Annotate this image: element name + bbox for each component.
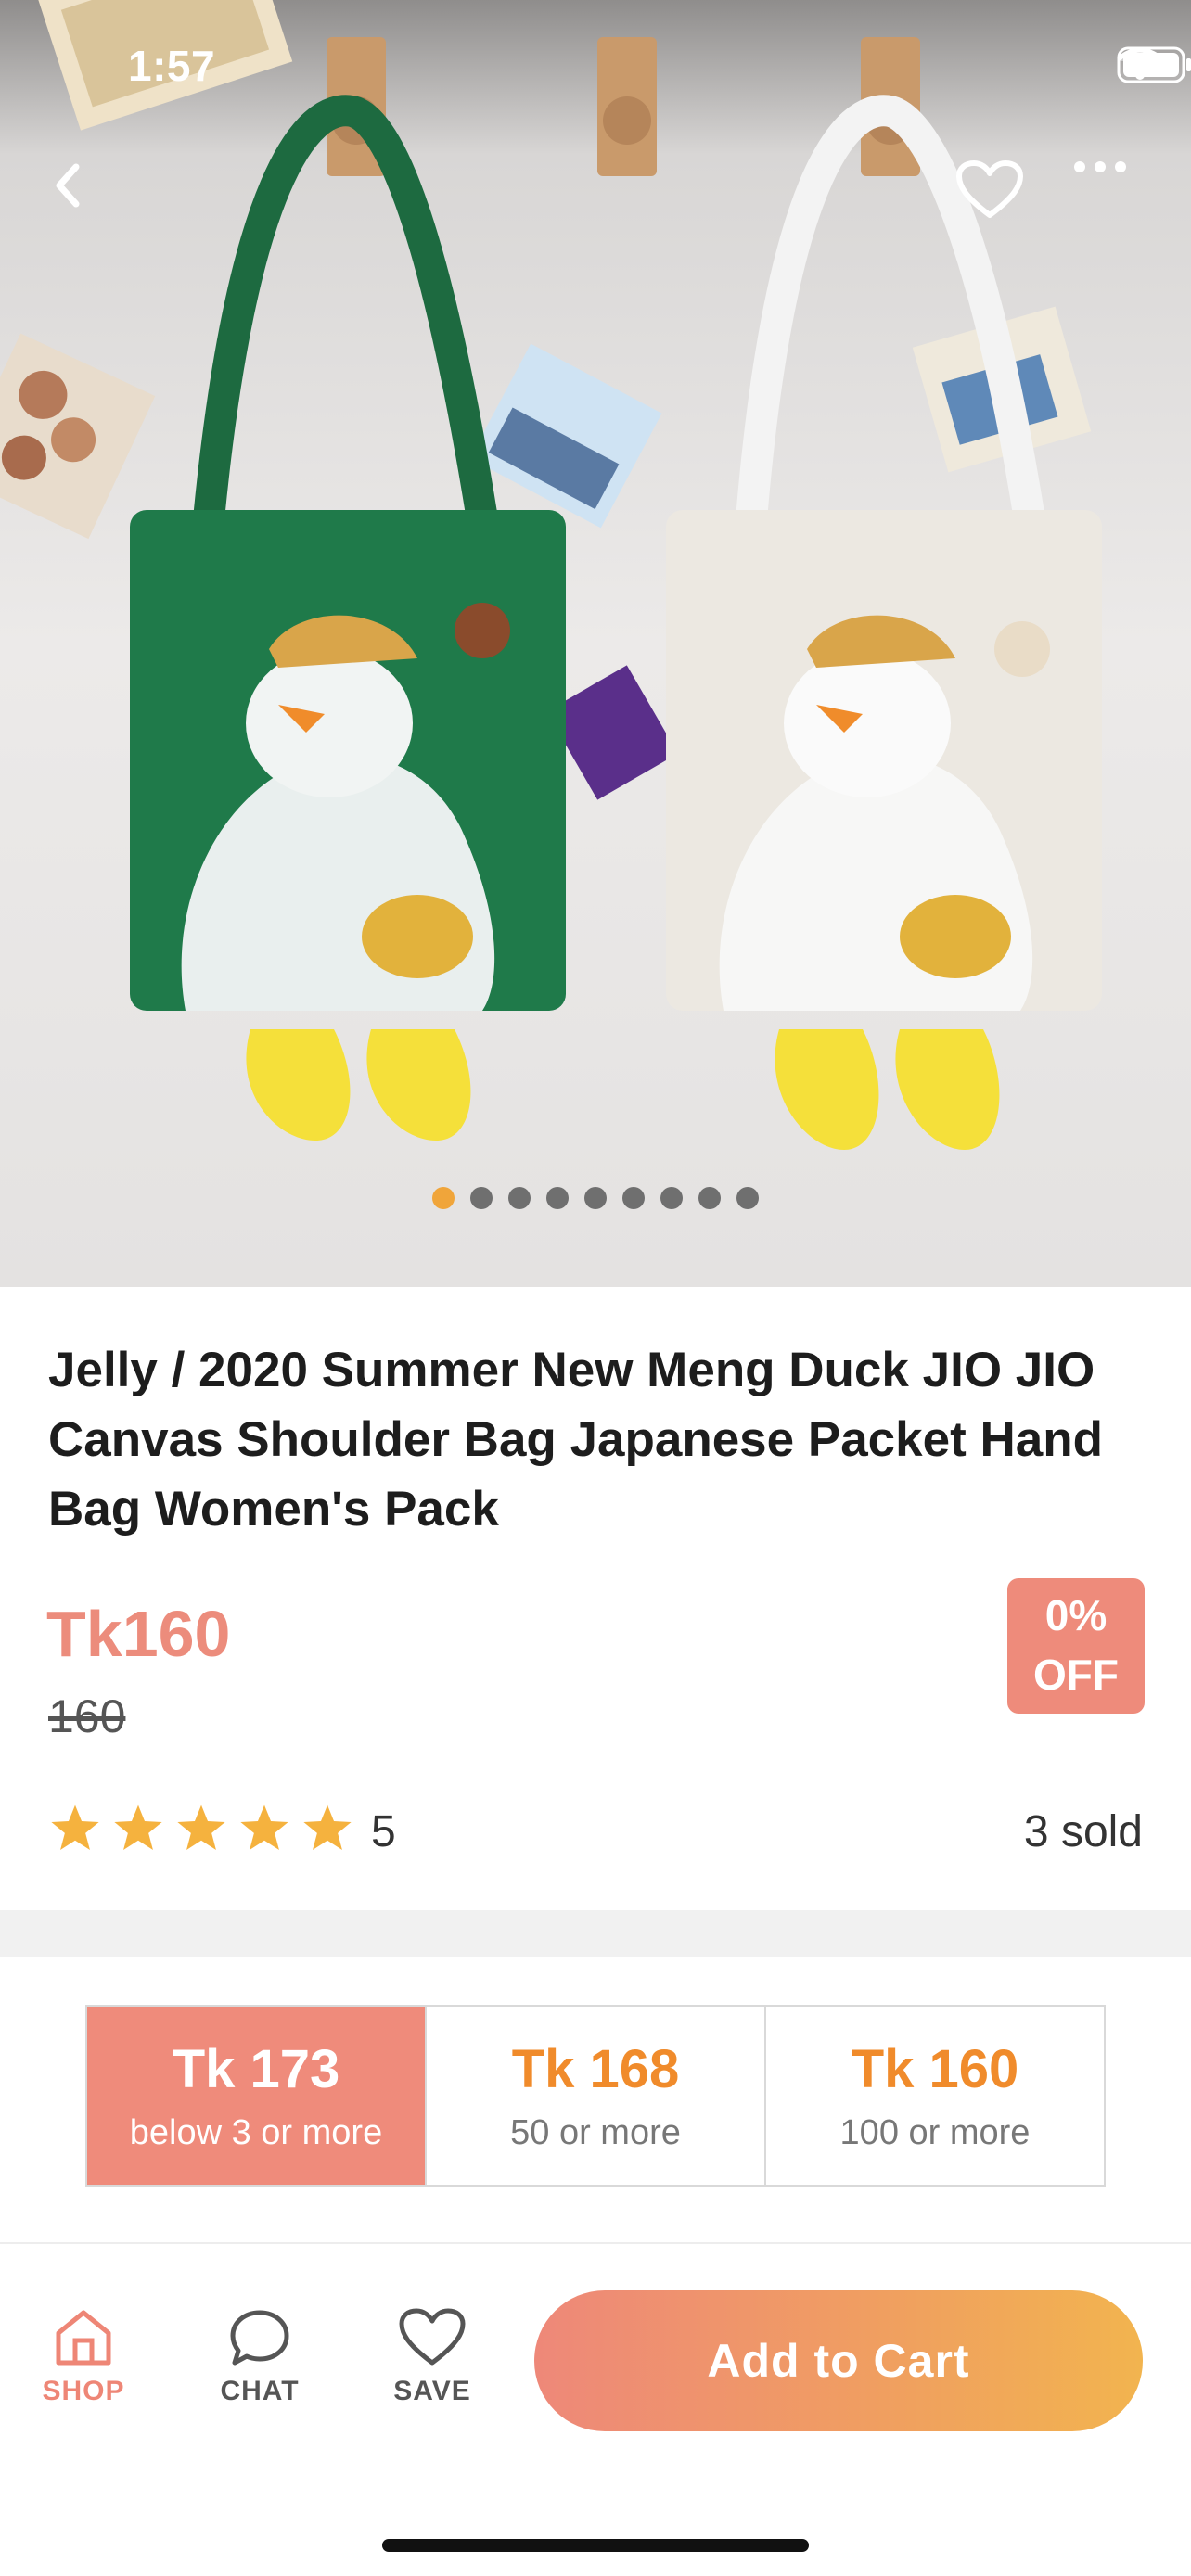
- pagination-dot-active[interactable]: [432, 1187, 455, 1209]
- product-title: Jelly / 2020 Summer New Meng Duck JIO JI…: [48, 1343, 1103, 1537]
- chat-bubble-icon: [230, 2310, 289, 2366]
- rating-stars: [48, 1803, 354, 1855]
- pagination-dot[interactable]: [508, 1187, 531, 1209]
- star-icon: [51, 1804, 99, 1850]
- tier-option-1[interactable]: Tk 173 below 3 or more: [87, 2007, 427, 2185]
- home-indicator[interactable]: [382, 2539, 809, 2552]
- original-price: 160: [48, 1690, 126, 1742]
- tier-option-2[interactable]: Tk 168 50 or more: [427, 2007, 766, 2185]
- bottom-bar-divider: [0, 2242, 1191, 2244]
- tab-shop-label: SHOP: [42, 2376, 125, 2406]
- more-options-button[interactable]: [1072, 159, 1146, 234]
- pagination-dot[interactable]: [622, 1187, 645, 1209]
- add-to-cart-button[interactable]: Add to Cart: [534, 2290, 1143, 2431]
- pagination-dot[interactable]: [698, 1187, 721, 1209]
- tier-pricing: Tk 173 below 3 or more Tk 168 50 or more…: [85, 2005, 1106, 2187]
- product-image-gallery[interactable]: 1:57: [0, 0, 1191, 1287]
- current-price: Tk160: [46, 1598, 231, 1670]
- section-divider: [0, 1910, 1191, 1957]
- star-icon: [240, 1804, 288, 1850]
- gallery-pagination: [0, 1187, 1191, 1209]
- favorite-button[interactable]: [955, 159, 1030, 234]
- tier-price: Tk 168: [511, 2039, 680, 2099]
- chevron-left-icon: [56, 163, 80, 208]
- shop-home-icon: [56, 2310, 111, 2366]
- star-icon: [177, 1804, 225, 1850]
- tier-price: Tk 160: [851, 2039, 1019, 2099]
- rating-value: 5: [371, 1807, 396, 1856]
- tier-price: Tk 173: [172, 2039, 340, 2099]
- tier-quantity: below 3 or more: [129, 2113, 383, 2152]
- heart-icon: [956, 160, 1023, 218]
- more-horizontal-icon: [1074, 161, 1126, 172]
- tab-chat-label: CHAT: [220, 2376, 300, 2406]
- tier-quantity: 50 or more: [510, 2113, 681, 2152]
- discount-badge: 0% OFF: [1007, 1578, 1145, 1714]
- tab-save[interactable]: SAVE: [367, 2305, 497, 2407]
- pagination-dot[interactable]: [546, 1187, 569, 1209]
- tab-chat[interactable]: CHAT: [195, 2305, 325, 2407]
- heart-outline-icon: [399, 2308, 466, 2366]
- status-bar: 1:57: [0, 0, 1191, 130]
- pagination-dot[interactable]: [660, 1187, 683, 1209]
- star-icon: [114, 1804, 162, 1850]
- pagination-dot[interactable]: [470, 1187, 493, 1209]
- back-button[interactable]: [48, 159, 122, 234]
- discount-percent: 0%: [1044, 1591, 1108, 1639]
- tier-option-3[interactable]: Tk 160 100 or more: [766, 2007, 1104, 2185]
- pagination-dot[interactable]: [736, 1187, 759, 1209]
- tab-save-label: SAVE: [393, 2376, 471, 2406]
- sold-count: 3 sold: [1023, 1807, 1143, 1856]
- tab-shop[interactable]: SHOP: [19, 2305, 148, 2407]
- star-icon: [303, 1804, 352, 1850]
- pagination-dot[interactable]: [584, 1187, 607, 1209]
- status-time: 1:57: [128, 42, 216, 90]
- discount-off-label: OFF: [1033, 1651, 1119, 1699]
- tier-quantity: 100 or more: [839, 2113, 1031, 2152]
- battery-icon: [1117, 46, 1191, 83]
